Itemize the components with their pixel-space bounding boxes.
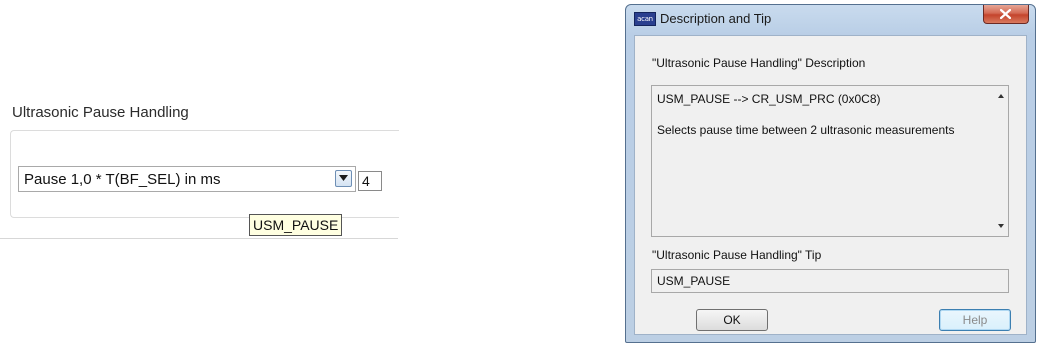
scroll-down-arrow[interactable] bbox=[998, 224, 1004, 228]
raw-value-field[interactable]: 4 bbox=[358, 171, 382, 191]
close-button[interactable] bbox=[983, 5, 1029, 24]
section-title: Ultrasonic Pause Handling bbox=[12, 104, 189, 121]
chevron-down-icon bbox=[339, 175, 348, 181]
tooltip: USM_PAUSE bbox=[249, 214, 343, 236]
help-button[interactable]: Help bbox=[939, 309, 1011, 331]
description-textbox[interactable]: USM_PAUSE --> CR_USM_PRC (0x0C8) Selects… bbox=[651, 85, 1009, 237]
description-line: USM_PAUSE --> CR_USM_PRC (0x0C8) bbox=[657, 92, 881, 106]
tip-value: USM_PAUSE bbox=[657, 274, 731, 288]
close-icon bbox=[1000, 9, 1011, 19]
tip-label: "Ultrasonic Pause Handling" Tip bbox=[652, 248, 822, 262]
pause-mode-selected-value: Pause 1,0 * T(BF_SEL) in ms bbox=[24, 171, 221, 188]
dialog-titlebar[interactable]: acan Description and Tip bbox=[626, 5, 1035, 33]
dialog-title: Description and Tip bbox=[660, 11, 772, 26]
ok-button[interactable]: OK bbox=[696, 309, 768, 331]
description-label: "Ultrasonic Pause Handling" Description bbox=[652, 56, 866, 70]
scroll-up-arrow[interactable] bbox=[998, 94, 1004, 98]
description-tip-dialog: acan Description and Tip "Ultrasonic Pau… bbox=[625, 4, 1036, 343]
description-line: Selects pause time between 2 ultrasonic … bbox=[657, 123, 955, 137]
tip-textbox[interactable]: USM_PAUSE bbox=[651, 269, 1009, 293]
divider-line bbox=[0, 238, 398, 239]
dropdown-button[interactable] bbox=[335, 170, 352, 187]
app-icon: acan bbox=[634, 12, 656, 26]
pause-mode-dropdown[interactable]: Pause 1,0 * T(BF_SEL) in ms bbox=[18, 166, 356, 192]
